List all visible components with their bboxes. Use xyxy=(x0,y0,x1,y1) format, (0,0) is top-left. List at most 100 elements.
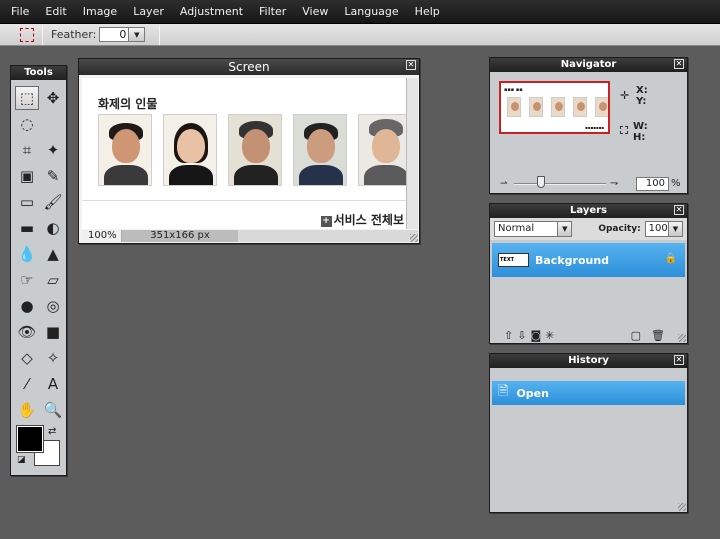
rect-shape-tool[interactable]: ▬ xyxy=(15,216,39,240)
eraser-tool[interactable]: ▭ xyxy=(15,190,39,214)
lasso-tool[interactable]: ◌ xyxy=(15,112,39,136)
navigator-panel: Navigator ✕ ▪▪▪ ▪▪ ▪▪▪▪▪▪▪ ✛ X: Y: W: H:… xyxy=(489,57,688,194)
layers-panel: Layers ✕ Normal ▼ Opacity: 100 ▼ TEXT Ba… xyxy=(489,203,688,344)
menu-image[interactable]: Image xyxy=(75,0,125,24)
chevron-down-icon[interactable]: ▼ xyxy=(128,28,145,41)
blank xyxy=(41,112,65,136)
pinch-tool[interactable]: ✧ xyxy=(41,346,65,370)
move-tool[interactable]: ✥ xyxy=(41,86,65,110)
new-layer-icon[interactable]: ▢ xyxy=(631,329,641,342)
opacity-select[interactable]: 100 ▼ xyxy=(644,221,683,237)
close-icon[interactable]: ✕ xyxy=(674,355,684,365)
marquee-icon xyxy=(20,27,34,42)
resize-grip[interactable] xyxy=(678,503,686,511)
zoom-bar: ⇀ ⇁ 100 % xyxy=(490,175,687,193)
image-heading: 화제의 인물 xyxy=(98,97,158,111)
feather-label: Feather: xyxy=(51,28,97,41)
color-swatches: ⇄ ◪ xyxy=(16,425,63,470)
size-icon xyxy=(620,126,628,134)
reset-colors-icon[interactable]: ◪ xyxy=(17,455,26,465)
thumb-text: ▪▪▪ ▪▪ xyxy=(504,87,523,93)
zoom-in-icon[interactable]: ⇁ xyxy=(610,178,618,189)
mask-icon[interactable]: ◙ xyxy=(530,329,541,342)
menu-file[interactable]: File xyxy=(3,0,37,24)
history-title: History xyxy=(490,354,687,368)
zoom-readout[interactable]: 100% xyxy=(82,230,122,242)
move-up-icon[interactable]: ⇧ xyxy=(504,329,513,342)
red-eye-tool[interactable]: ◎ xyxy=(41,294,65,318)
zoom-tool[interactable]: 🔍 xyxy=(41,398,65,422)
history-panel: History ✕ 🗎 Open xyxy=(489,353,688,513)
swap-colors-icon[interactable]: ⇄ xyxy=(48,426,56,437)
plus-icon: + xyxy=(320,216,332,227)
divider xyxy=(82,200,406,201)
person-photo xyxy=(163,114,217,186)
layers-title: Layers xyxy=(490,204,687,218)
menu-adjustment[interactable]: Adjustment xyxy=(172,0,251,24)
layer-thumbnail: TEXT xyxy=(498,253,529,267)
options-bar: Feather: 0 ▼ xyxy=(0,24,720,46)
layer-row[interactable]: TEXT Background 🔒 xyxy=(492,243,685,277)
chevron-down-icon[interactable]: ▼ xyxy=(668,222,682,236)
replace-color-tool[interactable]: ◐ xyxy=(41,216,65,240)
zoom-slider-handle[interactable] xyxy=(537,176,545,188)
menu-help[interactable]: Help xyxy=(407,0,448,24)
vertical-scrollbar[interactable] xyxy=(406,78,418,229)
tools-panel: Tools ⬚ ✥ ◌ ⌗ ✦ ▣ ✎ ▭ 🖌 ▬ ◐ 💧 ▲ ☞ ▱ ● ◎ 👁 ■ ◇ ✧ ⁄ A ✋ 🔍 ⇄ ◪ xyxy=(10,65,67,476)
menu-filter[interactable]: Filter xyxy=(251,0,294,24)
divider xyxy=(159,24,161,45)
bloat-tool[interactable]: ◇ xyxy=(15,346,39,370)
menu-language[interactable]: Language xyxy=(336,0,406,24)
resize-grip[interactable] xyxy=(678,334,686,342)
document-title[interactable]: Screen xyxy=(79,59,419,75)
brush-tool[interactable]: 🖌 xyxy=(41,190,65,214)
rectangle-tool[interactable]: ■ xyxy=(41,320,65,344)
zoom-input[interactable]: 100 xyxy=(636,177,669,191)
sponge-tool[interactable]: ▱ xyxy=(41,268,65,292)
hand-tool[interactable]: ✋ xyxy=(15,398,39,422)
move-down-icon[interactable]: ⇩ xyxy=(517,329,526,342)
menu-view[interactable]: View xyxy=(294,0,336,24)
person-photo xyxy=(358,114,406,186)
thumb-text: ▪▪▪▪▪▪▪ xyxy=(585,125,604,130)
layers-controls: Normal ▼ Opacity: 100 ▼ xyxy=(490,218,687,240)
pencil-tool[interactable]: ✎ xyxy=(41,164,65,188)
foreground-color[interactable] xyxy=(16,425,44,453)
marquee-select-tool[interactable]: ⬚ xyxy=(15,86,39,110)
layers-toolbar: ⇧ ⇩ ◙ ✳ ▢ 🗑 xyxy=(490,327,687,343)
close-icon[interactable]: ✕ xyxy=(674,59,684,69)
menu-layer[interactable]: Layer xyxy=(125,0,172,24)
close-icon[interactable]: ✕ xyxy=(674,205,684,215)
percent-label: % xyxy=(671,178,681,189)
image-canvas[interactable]: 화제의 인물 + 서비스 전체보 xyxy=(82,78,406,229)
close-icon[interactable]: ✕ xyxy=(406,60,416,70)
sharpen-tool[interactable]: ▲ xyxy=(41,242,65,266)
layer-name: Background xyxy=(535,253,610,267)
person-photo xyxy=(228,114,282,186)
style-icon[interactable]: ✳ xyxy=(545,329,554,342)
history-item[interactable]: 🗎 Open xyxy=(492,381,685,405)
navigator-thumbnail[interactable]: ▪▪▪ ▪▪ ▪▪▪▪▪▪▪ xyxy=(499,81,610,134)
resize-grip[interactable] xyxy=(410,234,418,242)
history-item-label: Open xyxy=(516,386,549,400)
zoom-slider-track[interactable] xyxy=(514,183,606,185)
trash-icon[interactable]: 🗑 xyxy=(651,329,665,342)
magic-wand-tool[interactable]: ✦ xyxy=(41,138,65,162)
stamp-tool[interactable]: ▣ xyxy=(15,164,39,188)
person-photo xyxy=(98,114,152,186)
drop-tool[interactable]: 💧 xyxy=(15,242,39,266)
divider xyxy=(42,24,43,45)
lock-icon[interactable]: 🔒 xyxy=(665,253,677,264)
chevron-down-icon[interactable]: ▼ xyxy=(557,222,572,236)
eyedropper-tool[interactable]: ⁄ xyxy=(15,372,39,396)
burn-tool[interactable]: ● xyxy=(15,294,39,318)
zoom-out-icon[interactable]: ⇀ xyxy=(500,179,508,189)
feather-input[interactable]: 0 ▼ xyxy=(99,27,146,42)
eye-tool[interactable]: 👁 xyxy=(15,320,39,344)
open-document-icon: 🗎 xyxy=(498,384,509,399)
smudge-tool[interactable]: ☞ xyxy=(15,268,39,292)
blend-mode-select[interactable]: Normal ▼ xyxy=(494,221,573,237)
text-tool[interactable]: A xyxy=(41,372,65,396)
crop-tool[interactable]: ⌗ xyxy=(15,138,39,162)
menu-edit[interactable]: Edit xyxy=(37,0,74,24)
